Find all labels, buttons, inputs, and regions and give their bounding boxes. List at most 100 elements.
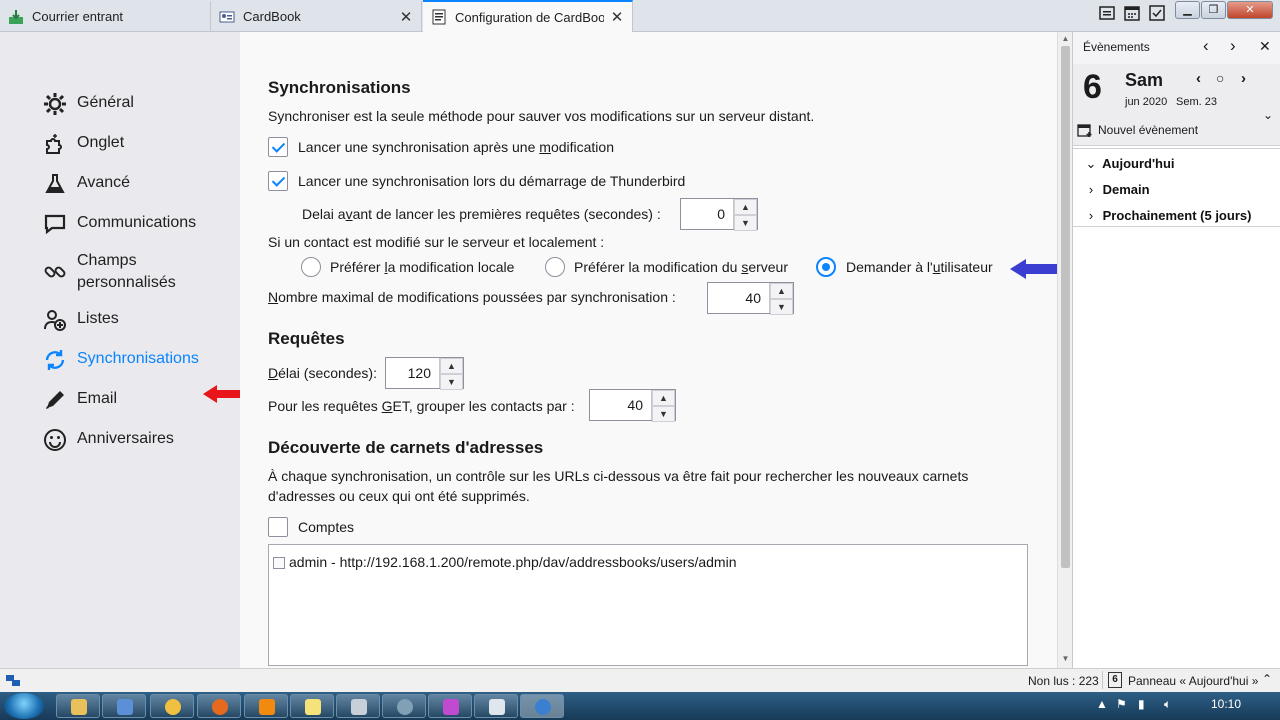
sync-after-modification-label[interactable]: Lancer une synchronisation après une mod…: [298, 139, 614, 155]
tray-expand-icon[interactable]: ▲: [1096, 697, 1108, 711]
prefer-server-radio[interactable]: [545, 257, 565, 277]
ask-user-label[interactable]: Demander à l'utilisateur: [846, 259, 993, 275]
taskbar-app-calculator[interactable]: [336, 694, 380, 718]
taskbar-clock[interactable]: 10:10: [1211, 697, 1241, 711]
close-icon[interactable]: ✕: [399, 8, 413, 26]
taskbar-firefox[interactable]: [197, 694, 241, 718]
tab-inbox[interactable]: Courrier entrant: [0, 1, 211, 32]
startup-delay-label: Delai avant de lancer les premières requ…: [302, 206, 661, 222]
sync-at-startup-label[interactable]: Lancer une synchronisation lors du démar…: [298, 173, 685, 189]
sidebar-item-custom-fields[interactable]: Champs personnalisés: [43, 250, 176, 294]
taskbar-app-tool[interactable]: [382, 694, 426, 718]
toolbar-icons: [1097, 3, 1167, 23]
stepper-value[interactable]: 40: [708, 283, 769, 313]
close-icon[interactable]: ✕: [1259, 38, 1271, 55]
accesskey: G: [381, 398, 393, 414]
stepper-up-icon[interactable]: ▲: [440, 358, 463, 374]
stepper-value[interactable]: 0: [681, 199, 733, 229]
sidebar-item-synchronisations[interactable]: Synchronisations: [43, 348, 199, 372]
today-pane-toggle[interactable]: Panneau « Aujourd'hui »: [1128, 674, 1258, 688]
prefer-server-label[interactable]: Préférer la modification du serveur: [574, 259, 788, 275]
scroll-up-icon[interactable]: ▲: [1058, 34, 1073, 43]
group-contacts-stepper[interactable]: 40 ▲ ▼: [589, 389, 676, 422]
sync-after-modification-checkbox[interactable]: [268, 137, 288, 157]
taskbar-app-puzzle[interactable]: [428, 694, 472, 718]
section-today[interactable]: ⌄ Aujourd'hui: [1083, 156, 1175, 172]
section-upcoming[interactable]: › Prochainement (5 jours): [1083, 208, 1252, 223]
tab-cardbook-config[interactable]: Configuration de CardBook ✕: [423, 0, 633, 32]
tasks-toolbar-icon[interactable]: [1147, 3, 1167, 23]
new-event-button[interactable]: Nouvel évènement: [1077, 122, 1198, 138]
chevron-up-icon[interactable]: ⌃: [1262, 672, 1272, 686]
taskbar-app-paint[interactable]: [150, 694, 194, 718]
tab-cardbook[interactable]: CardBook ✕: [211, 1, 422, 32]
calendar-toolbar-icon[interactable]: [1122, 3, 1142, 23]
stepper-value[interactable]: 120: [386, 358, 439, 388]
account-entry-label[interactable]: admin - http://192.168.1.200/remote.php/…: [289, 554, 737, 570]
today-circle-icon[interactable]: ○: [1216, 70, 1224, 86]
chevron-right-icon[interactable]: ›: [1241, 70, 1246, 87]
thunderbird-icon: [535, 699, 551, 715]
scroll-down-icon[interactable]: ▼: [1058, 654, 1073, 663]
sidebar-item-general[interactable]: Général: [43, 92, 134, 116]
sidebar-item-onglet[interactable]: Onglet: [43, 132, 124, 156]
sidebar-item-communications[interactable]: Communications: [43, 212, 196, 236]
close-icon[interactable]: ✕: [610, 8, 624, 26]
minimize-button[interactable]: ▁: [1175, 1, 1200, 19]
sidebar-item-advanced[interactable]: Avancé: [43, 172, 130, 196]
accounts-checkbox[interactable]: [268, 517, 288, 537]
stepper-down-icon[interactable]: ▼: [770, 299, 793, 315]
stepper-value[interactable]: 40: [590, 390, 651, 420]
window-close-button[interactable]: ✕: [1227, 1, 1273, 19]
content-scrollbar[interactable]: ▲ ▼: [1057, 32, 1072, 668]
sidebar-item-email[interactable]: Email: [43, 388, 117, 412]
stepper-down-icon[interactable]: ▼: [652, 406, 675, 422]
account-checkbox[interactable]: [273, 557, 285, 569]
chevron-left-icon[interactable]: ‹: [1203, 36, 1209, 56]
settings-sidebar: Général Onglet Avancé Communications Cha…: [0, 32, 243, 668]
stepper-up-icon[interactable]: ▲: [770, 283, 793, 299]
stepper-down-icon[interactable]: ▼: [734, 215, 757, 231]
addressbook-toolbar-icon[interactable]: [1097, 3, 1117, 23]
section-tomorrow[interactable]: › Demain: [1083, 182, 1150, 197]
section-title-requests: Requêtes: [268, 329, 345, 348]
chevron-down-icon[interactable]: ⌄: [1263, 108, 1273, 122]
taskbar-thunderbird[interactable]: [520, 694, 564, 718]
restore-button[interactable]: ❐: [1201, 1, 1226, 19]
tray-flag-icon[interactable]: ⚑: [1116, 697, 1127, 711]
max-modifications-stepper[interactable]: 40 ▲ ▼: [707, 282, 794, 315]
chevron-left-icon[interactable]: ‹: [1196, 70, 1201, 87]
ask-user-radio[interactable]: [816, 257, 836, 277]
accounts-label[interactable]: Comptes: [298, 519, 354, 535]
firefox-icon: [212, 699, 228, 715]
scrollbar-thumb[interactable]: [1061, 46, 1070, 568]
prefer-local-radio[interactable]: [301, 257, 321, 277]
stepper-up-icon[interactable]: ▲: [734, 199, 757, 215]
taskbar-app-notes[interactable]: [290, 694, 334, 718]
divider: [1073, 148, 1280, 149]
request-delay-stepper[interactable]: 120 ▲ ▼: [385, 357, 464, 390]
today-pane-header: Évènements ‹ › ✕: [1073, 32, 1280, 64]
accesskey: v: [345, 206, 353, 222]
taskbar-app-box[interactable]: [102, 694, 146, 718]
sidebar-item-label: Général: [77, 94, 134, 111]
chevron-right-icon[interactable]: ›: [1230, 36, 1236, 56]
taskbar-explorer[interactable]: [56, 694, 100, 718]
sidebar-item-lists[interactable]: Listes: [43, 308, 119, 332]
online-status-icon[interactable]: [5, 673, 21, 689]
start-button[interactable]: [4, 693, 44, 719]
sync-at-startup-checkbox[interactable]: [268, 171, 288, 191]
stepper-up-icon[interactable]: ▲: [652, 390, 675, 406]
discovery-account-list[interactable]: admin - http://192.168.1.200/remote.php/…: [268, 544, 1028, 666]
sidebar-item-label: Champs personnalisés: [77, 252, 176, 291]
stepper-down-icon[interactable]: ▼: [440, 374, 463, 390]
label-part: élai (secondes):: [278, 365, 377, 381]
prefer-local-label[interactable]: Préférer la modification locale: [330, 259, 514, 275]
startup-delay-stepper[interactable]: 0 ▲ ▼: [680, 198, 758, 231]
section-title-synchronisations: Synchronisations: [268, 78, 411, 97]
taskbar-vlc[interactable]: [244, 694, 288, 718]
tray-volume-icon[interactable]: 🔈︎: [1164, 697, 1171, 712]
sidebar-item-birthdays[interactable]: Anniversaires: [43, 428, 174, 452]
taskbar-app-docs[interactable]: [474, 694, 518, 718]
tray-network-icon[interactable]: ▮: [1138, 697, 1145, 711]
